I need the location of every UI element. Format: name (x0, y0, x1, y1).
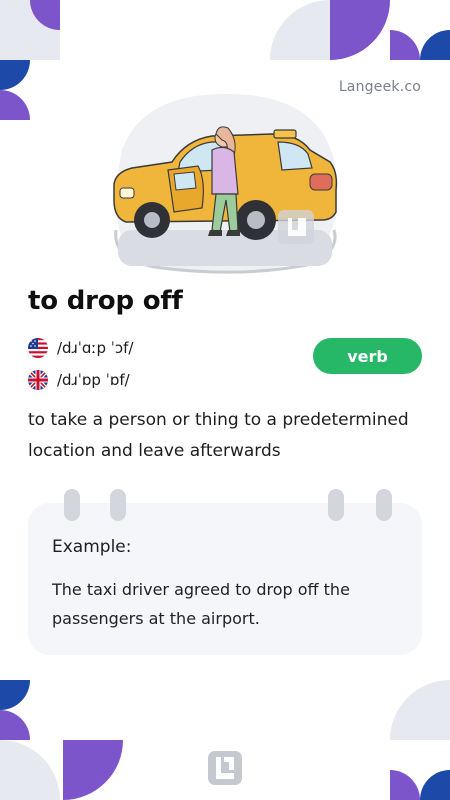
binder-ring (64, 489, 80, 521)
binder-ring (328, 489, 344, 521)
word-title: to drop off (28, 286, 183, 316)
pronunciation-us[interactable]: /dɹˈɑːp ˈɔf/ (28, 338, 133, 358)
brand-label: Langeek.co (338, 79, 421, 95)
example-card: Example: The taxi driver agreed to drop … (28, 503, 422, 655)
part-of-speech-badge[interactable]: verb (313, 338, 422, 374)
definition-text: to take a person or thing to a predeterm… (28, 410, 409, 461)
binder-ring (110, 489, 126, 521)
taxi-illustration (113, 93, 338, 274)
top-right-decoration (270, 0, 450, 60)
uk-flag-icon (28, 370, 48, 390)
langeek-logo-icon (208, 751, 242, 785)
bottom-left-decoration (0, 680, 123, 800)
pronunciation-uk[interactable]: /dɹˈɒp ˈɒf/ (28, 370, 130, 390)
pronunciation-us-ipa: /dɹˈɑːp ˈɔf/ (57, 339, 134, 357)
pronunciation-uk-ipa: /dɹˈɒp ˈɒf/ (57, 371, 130, 389)
top-left-decoration (0, 0, 60, 120)
us-flag-icon (28, 338, 48, 358)
bottom-right-decoration (390, 680, 450, 800)
example-label: Example: (52, 537, 132, 557)
example-sentence: The taxi driver agreed to drop off the p… (52, 580, 350, 628)
binder-ring (376, 489, 392, 521)
